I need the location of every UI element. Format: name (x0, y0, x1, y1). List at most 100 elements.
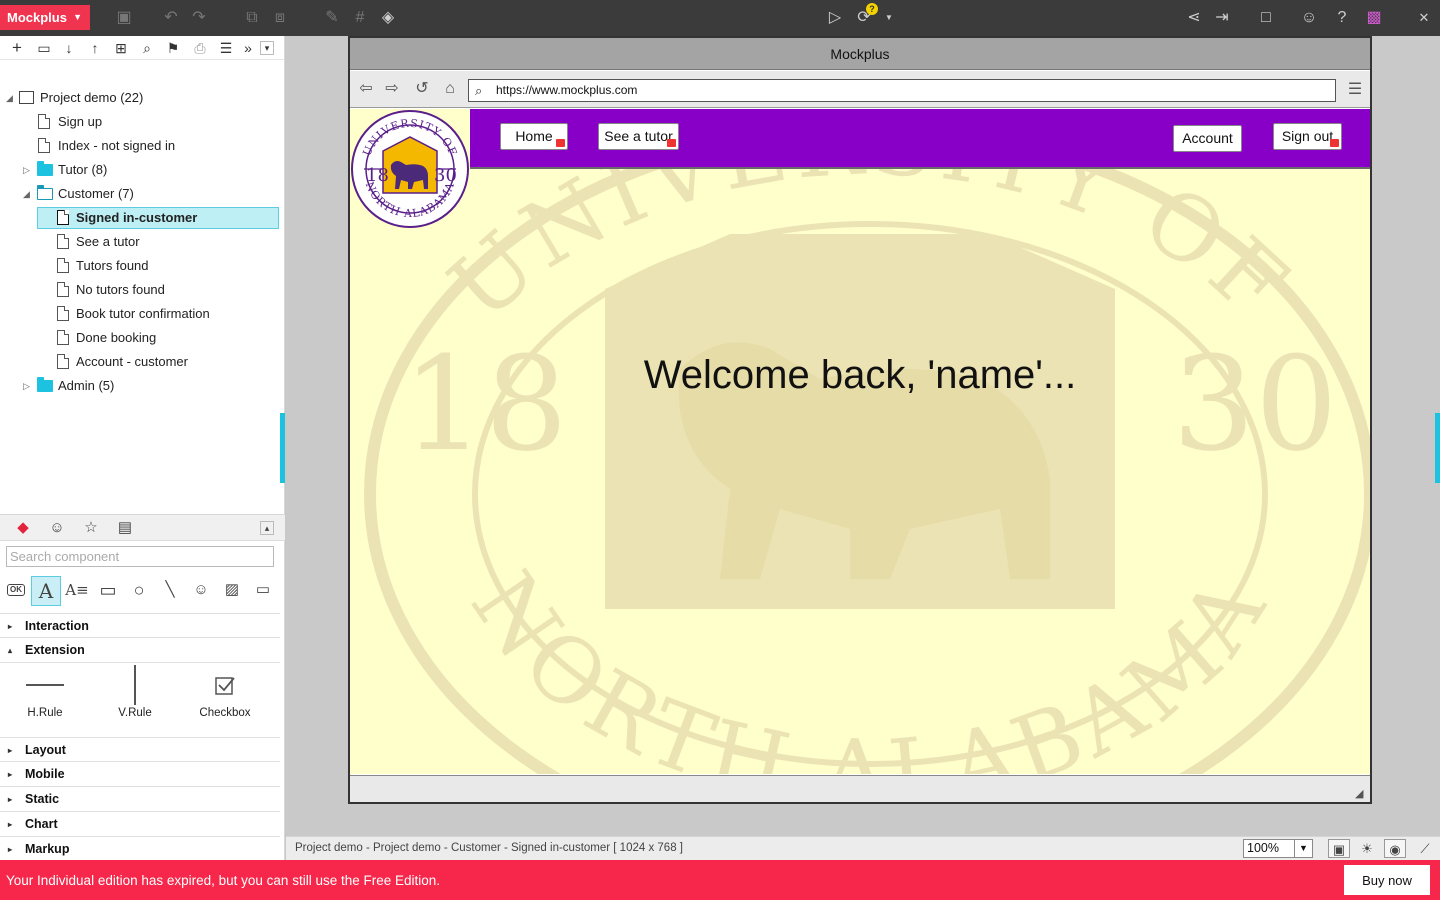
category-label: Interaction (25, 619, 89, 633)
button-shape-icon[interactable]: OK (4, 578, 28, 602)
tree-folder-customer[interactable]: ◢ Customer (7) (0, 183, 285, 205)
undo-icon[interactable]: ↶ (160, 7, 182, 29)
save-icon[interactable]: ▣ (113, 7, 135, 29)
collapsed-triangle-icon: ▸ (8, 622, 13, 631)
flag-icon[interactable]: ⚑ (163, 38, 183, 58)
tree-item-account-customer[interactable]: Account - customer (0, 351, 285, 373)
format-brush-icon[interactable]: ✎ (321, 7, 343, 29)
left-panel-splitter[interactable] (280, 413, 285, 483)
back-icon[interactable]: ⇦ (356, 79, 376, 99)
star-tab-icon[interactable]: ☆ (81, 518, 101, 538)
move-down-icon[interactable]: ↓ (59, 38, 79, 58)
fill-icon[interactable]: ◈ (377, 7, 399, 29)
share-icon[interactable]: ⋖ (1183, 7, 1205, 29)
tree-project[interactable]: ◢ Project demo (22) (0, 87, 285, 109)
search-component-input[interactable] (6, 546, 274, 567)
line-shape-icon[interactable]: ╲ (158, 578, 182, 602)
buy-now-button[interactable]: Buy now (1344, 865, 1430, 895)
tree-folder-admin[interactable]: ▷ Admin (5) (0, 375, 285, 397)
tree-item-index[interactable]: Index - not signed in (0, 135, 285, 157)
browser-frame[interactable]: Mockplus ⇦ ⇨ ↺ ⌂ ⌕ https://www.mockplus.… (348, 36, 1372, 804)
preview-eye-icon[interactable]: ◉ (1384, 839, 1406, 858)
collapsed-arrow-icon[interactable]: ▷ (23, 159, 33, 181)
account-button[interactable]: Account (1173, 125, 1242, 152)
see-a-tutor-button[interactable]: See a tutor (598, 123, 679, 150)
print-icon[interactable]: ⎙ (190, 38, 210, 58)
collapsed-triangle-icon: ▸ (8, 746, 13, 755)
tree-item-sign-up[interactable]: Sign up (0, 111, 285, 133)
collapsed-arrow-icon[interactable]: ▷ (23, 375, 33, 397)
hierarchy-icon[interactable]: ⊞ (111, 38, 131, 58)
forward-icon[interactable]: ⇨ (382, 79, 402, 99)
paragraph-shape-icon[interactable]: A≡ (65, 578, 89, 602)
category-static[interactable]: ▸ Static (0, 787, 280, 812)
search-icon[interactable]: ⌕ (137, 38, 157, 58)
home-button[interactable]: Home (500, 123, 568, 150)
play-icon[interactable]: ▷ (824, 7, 846, 29)
help-icon[interactable]: ? (1331, 7, 1353, 29)
right-panel-splitter[interactable] (1435, 413, 1440, 483)
group-icon[interactable]: ⧉ (241, 7, 263, 29)
device-frame-icon[interactable]: ▣ (1328, 839, 1350, 858)
category-markup[interactable]: ▸ Markup (0, 837, 280, 862)
users-icon[interactable]: ☺ (1298, 7, 1320, 29)
url-input[interactable]: ⌕ https://www.mockplus.com (468, 79, 1336, 102)
collapse-up-icon[interactable]: ▴ (260, 521, 274, 535)
tree-item-signed-in-customer[interactable]: Signed in-customer (0, 207, 285, 229)
collapse-icon[interactable]: ▾ (260, 41, 274, 55)
tree-item-tutors-found[interactable]: Tutors found (0, 255, 285, 277)
sign-out-button[interactable]: Sign out (1273, 123, 1342, 150)
hamburger-menu-icon[interactable]: ☰ (1346, 80, 1364, 100)
text-shape-icon[interactable]: A (31, 576, 61, 606)
expanded-arrow-icon[interactable]: ◢ (6, 87, 16, 109)
grid-icon[interactable]: # (349, 7, 371, 29)
tree-item-done-booking[interactable]: Done booking (0, 327, 285, 349)
list-icon[interactable]: ☰ (216, 38, 236, 58)
expanded-arrow-icon[interactable]: ◢ (23, 183, 33, 205)
tree-item-no-tutors-found[interactable]: No tutors found (0, 279, 285, 301)
fullscreen-icon[interactable]: □ (1255, 7, 1277, 29)
tree-item-book-tutor-confirmation[interactable]: Book tutor confirmation (0, 303, 285, 325)
category-interaction[interactable]: ▸ Interaction (0, 613, 280, 638)
image-shape-icon[interactable]: ▨ (220, 578, 244, 602)
template-tab-icon[interactable]: ▤ (115, 518, 135, 538)
vrule-component[interactable]: V.Rule (100, 665, 170, 719)
input-shape-icon[interactable]: ▭ (251, 578, 275, 602)
hrule-component[interactable]: H.Rule (10, 665, 80, 719)
chevron-down-icon[interactable]: ▼ (878, 7, 900, 29)
brightness-icon[interactable]: ☀ (1356, 839, 1378, 858)
site-navbar: Home See a tutor Account Sign out (470, 109, 1370, 169)
ungroup-icon[interactable]: ⧈ (269, 7, 291, 29)
category-mobile[interactable]: ▸ Mobile (0, 762, 280, 787)
category-label: Mobile (25, 767, 65, 781)
more-icon[interactable]: » (238, 38, 258, 58)
page-icon (57, 210, 69, 225)
home-icon[interactable]: ⌂ (440, 79, 460, 99)
folder-icon[interactable]: ▭ (34, 38, 54, 58)
tree-folder-tutor[interactable]: ▷ Tutor (8) (0, 159, 285, 181)
app-menu-button[interactable]: Mockplus ▼ (0, 5, 90, 30)
add-icon[interactable]: + (7, 38, 27, 58)
rectangle-shape-icon[interactable]: ▭ (96, 578, 120, 602)
emoji-shape-icon[interactable]: ☺ (189, 578, 213, 602)
tree-item-see-a-tutor[interactable]: See a tutor (0, 231, 285, 253)
redo-icon[interactable]: ↷ (188, 7, 210, 29)
circle-shape-icon[interactable]: ○ (127, 578, 151, 602)
tree-item-label: Book tutor confirmation (76, 306, 210, 321)
components-tab-icon[interactable]: ◆ (13, 518, 33, 538)
qr-code-icon[interactable]: ▩ (1363, 7, 1385, 29)
export-icon[interactable]: ⇥ (1211, 7, 1233, 29)
connector-icon[interactable]: ⟋ (1414, 839, 1436, 858)
checkbox-icon (215, 677, 235, 695)
zoom-select[interactable]: 100% ▼ (1243, 839, 1313, 858)
checkbox-component[interactable]: Checkbox (190, 665, 260, 719)
category-extension[interactable]: ▴ Extension (0, 638, 280, 663)
move-up-icon[interactable]: ↑ (85, 38, 105, 58)
close-icon[interactable]: ✕ (1413, 7, 1435, 29)
category-chart[interactable]: ▸ Chart (0, 812, 280, 837)
resize-grip-icon[interactable]: ◢ (1355, 788, 1367, 800)
university-seal-watermark: UNIVERSITY OF NORTH ALABAMA 18 30 (364, 109, 1370, 774)
emoji-tab-icon[interactable]: ☺ (47, 518, 67, 538)
category-layout[interactable]: ▸ Layout (0, 737, 280, 762)
refresh-icon[interactable]: ↺ (412, 79, 432, 99)
